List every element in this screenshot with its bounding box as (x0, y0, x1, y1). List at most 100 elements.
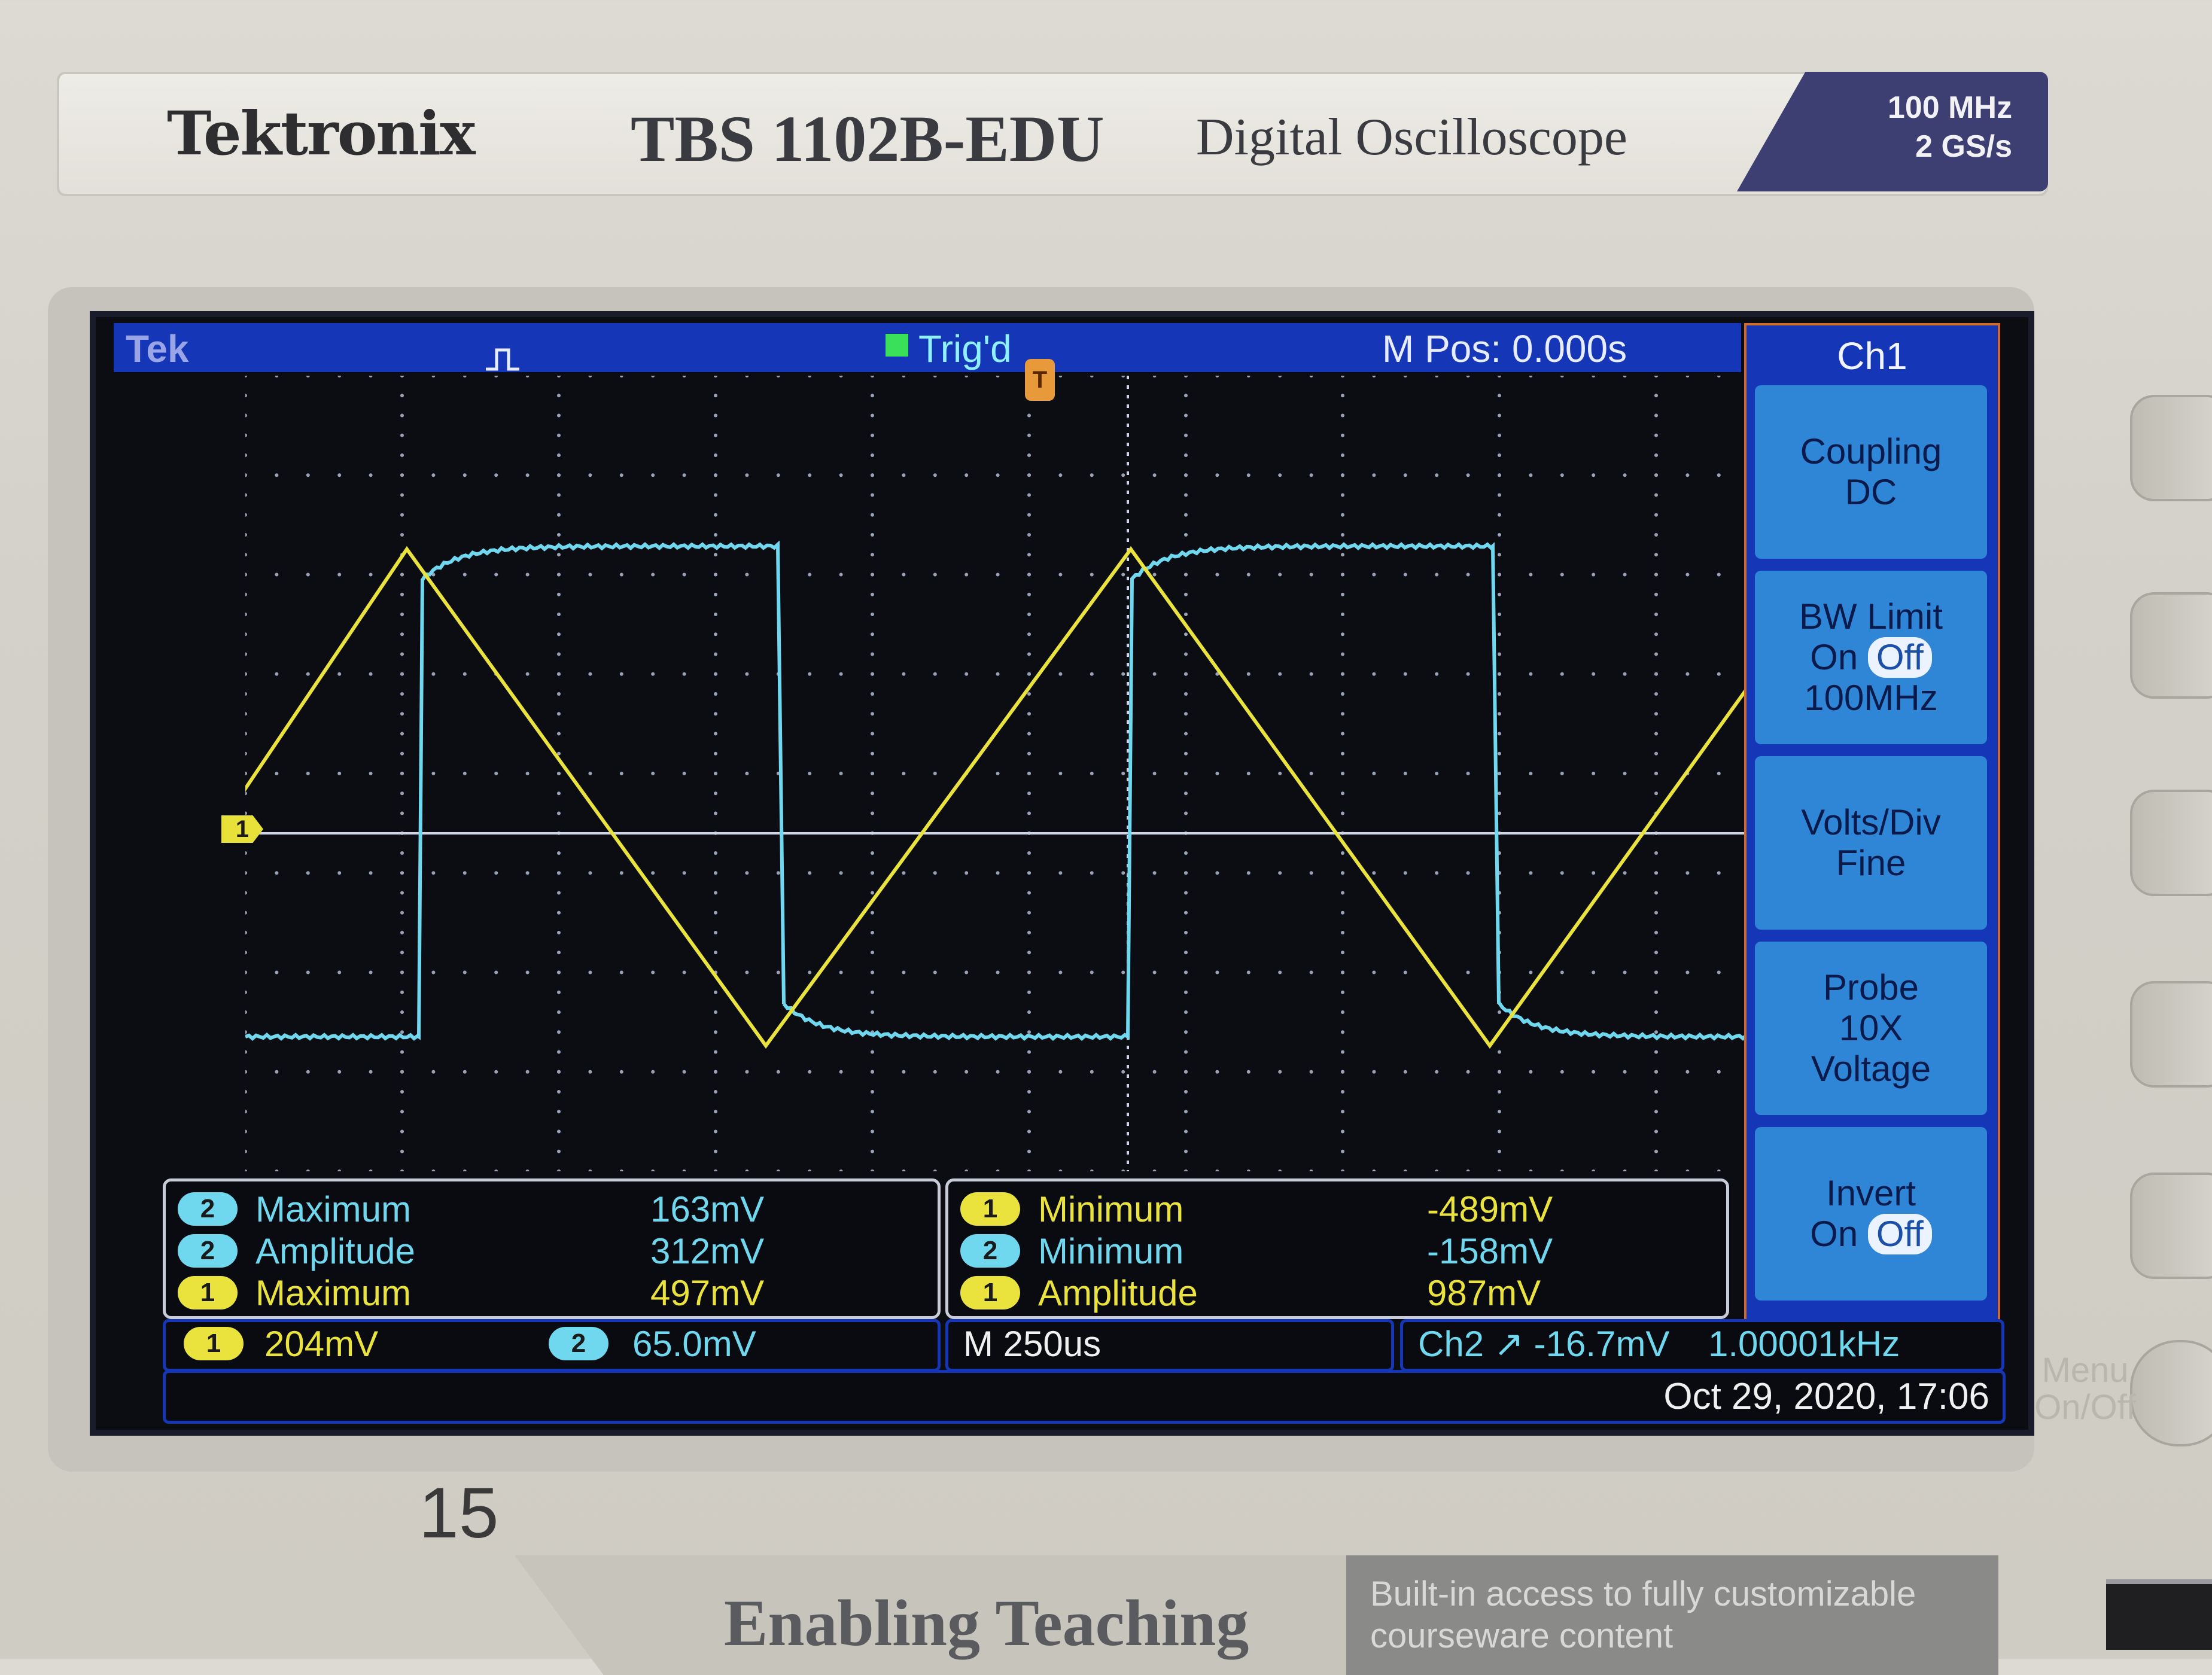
grid-dot (557, 533, 561, 537)
side-menu-button-1[interactable] (2130, 395, 2212, 501)
coupling-button[interactable]: Coupling DC (1755, 385, 1987, 559)
grid-dot (245, 394, 247, 398)
grid-dot (400, 513, 404, 517)
grid-dot (494, 1170, 498, 1171)
grid-dot (400, 1129, 404, 1134)
grid-dot (651, 1170, 655, 1171)
grid-dot (245, 1090, 247, 1094)
ch1-badge: 1 (178, 1276, 238, 1309)
invert-off-selected: Off (1867, 1214, 1932, 1254)
grid-dot (1717, 871, 1721, 875)
grid-dot (682, 572, 686, 577)
grid-dot (714, 1129, 717, 1134)
side-menu-button-4[interactable] (2130, 981, 2212, 1088)
grid-dot (557, 1010, 561, 1014)
grid-dot (400, 613, 404, 616)
grid-dot (525, 376, 530, 377)
grid-dot (871, 413, 874, 418)
grid-dot (1184, 533, 1188, 537)
grid-dot (557, 413, 561, 418)
grid-dot (714, 652, 717, 656)
grid-dot (714, 910, 717, 915)
grid-dot (1654, 493, 1658, 497)
bw-limit-button[interactable]: BW Limit On Off 100MHz (1755, 571, 1987, 744)
grid-dot (400, 652, 404, 656)
grid-dot (525, 1070, 530, 1074)
grid-dot (1623, 772, 1627, 775)
measurement-name: Amplitude (255, 1231, 415, 1271)
grid-dot (1215, 1170, 1219, 1171)
volts-div-button[interactable]: Volts/Div Fine (1755, 756, 1987, 930)
grid-dot (714, 990, 717, 994)
grid-dot (1027, 1030, 1031, 1034)
grid-dot (1246, 376, 1250, 377)
grid-dot (871, 970, 874, 974)
grid-dot (400, 970, 404, 974)
grid-dot (714, 871, 717, 875)
grid-dot (776, 1070, 780, 1074)
side-menu-button-5[interactable] (2130, 1172, 2212, 1279)
grid-dot (1592, 772, 1596, 775)
grid-dot (1623, 473, 1627, 477)
grid-dot (1278, 970, 1282, 974)
grid-dot (964, 871, 969, 875)
grid-dot (1278, 572, 1282, 577)
grid-dot (1717, 772, 1721, 775)
grid-dot (1498, 732, 1501, 736)
grid-dot (871, 1010, 874, 1014)
grid-dot (400, 376, 404, 377)
probe-attenuation: 10X (1839, 1008, 1903, 1048)
grid-dot (1498, 751, 1501, 756)
side-menu-button-3[interactable] (2130, 790, 2212, 896)
side-menu-button-2[interactable] (2130, 592, 2212, 699)
ch1-badge: 1 (960, 1276, 1020, 1309)
grid-dot (871, 990, 874, 994)
grid-dot (1341, 413, 1344, 418)
oscilloscope-screen: Tek Trig'd M Pos: 0.000s 1 T Ch1 Couplin… (90, 311, 2034, 1436)
grid-dot (400, 394, 404, 398)
grid-dot (1654, 394, 1658, 398)
grid-dot (1121, 672, 1125, 676)
usb-port[interactable] (2106, 1579, 2212, 1650)
grid-dot (463, 871, 467, 875)
status-bar: Tek Trig'd M Pos: 0.000s (114, 323, 1741, 372)
grid-dot (1654, 692, 1658, 696)
grid-dot (1058, 672, 1063, 676)
probe-button[interactable]: Probe 10X Voltage (1755, 942, 1987, 1115)
grid-dot (1215, 772, 1219, 775)
grid-dot (1027, 572, 1031, 577)
grid-dot (1372, 473, 1376, 477)
grid-dot (1498, 513, 1501, 517)
grid-dot (714, 1090, 717, 1094)
grid-dot (714, 592, 717, 596)
grid-dot (1435, 1070, 1439, 1074)
grid-dot (463, 376, 467, 377)
grid-dot (431, 772, 436, 775)
grid-dot (1027, 493, 1031, 497)
grid-dot (1184, 791, 1188, 796)
grid-dot (871, 772, 874, 775)
grid-dot (400, 1070, 404, 1074)
grid-dot (714, 572, 717, 577)
grid-dot (557, 692, 561, 696)
grid-dot (1309, 970, 1313, 974)
grid-dot (431, 970, 436, 974)
grid-dot (245, 1010, 247, 1014)
grid-dot (557, 493, 561, 497)
grid-dot (245, 1170, 247, 1171)
grid-dot (1184, 376, 1188, 377)
ch2-square-wave-trace (245, 540, 1812, 1041)
grid-dot (1027, 732, 1031, 736)
grid-dot (839, 1170, 843, 1171)
grid-dot (494, 1070, 498, 1074)
grid-dot (1498, 394, 1501, 398)
grid-dot (1654, 791, 1658, 796)
ch1-side-menu: Ch1 Coupling DC BW Limit On Off 100MHz V… (1744, 323, 2000, 1339)
timebase-bar: M 250us (945, 1319, 1394, 1372)
grid-dot (400, 672, 404, 676)
grid-dot (808, 772, 812, 775)
measurement-value: 312mV (650, 1231, 765, 1271)
grid-dot (1592, 871, 1596, 875)
grid-dot (1466, 772, 1470, 775)
invert-button[interactable]: Invert On Off (1755, 1127, 1987, 1301)
